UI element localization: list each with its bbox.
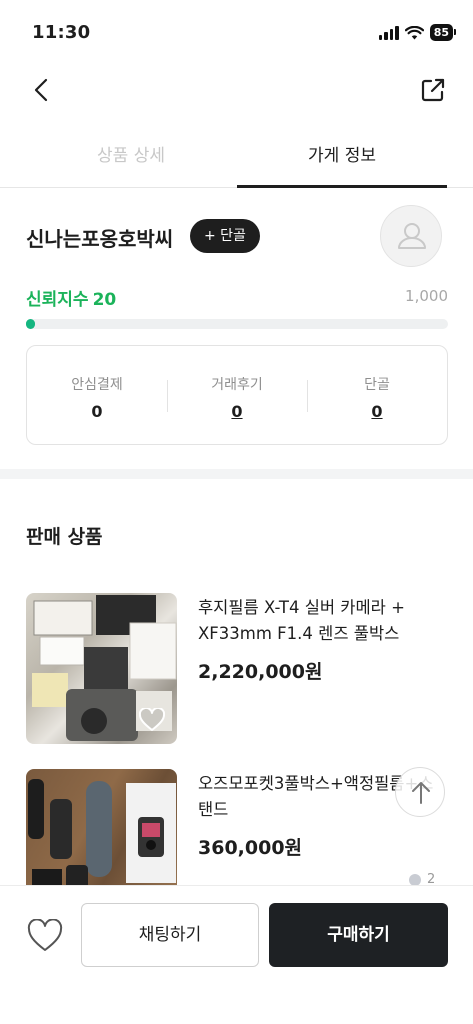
- stat-value[interactable]: 0: [307, 402, 447, 421]
- stat-safe-payment: 안심결제 0: [27, 346, 167, 444]
- products-section-title: 판매 상품: [26, 526, 103, 548]
- stat-value: 0: [91, 402, 103, 421]
- stat-reviews[interactable]: 거래후기 0: [167, 346, 307, 444]
- heart-icon: [27, 918, 63, 951]
- buy-button[interactable]: 구매하기: [269, 903, 448, 967]
- stat-label: 안심결제: [71, 377, 123, 393]
- top-nav: [0, 66, 473, 114]
- trust-score: 신뢰지수 20: [26, 285, 116, 310]
- tabs: 상품 상세 가게 정보: [0, 130, 473, 188]
- back-button[interactable]: [26, 74, 58, 106]
- tab-store-info[interactable]: 가게 정보: [237, 130, 447, 188]
- add-regular-button[interactable]: + 단골: [190, 219, 260, 253]
- trust-progress-bar: [26, 319, 448, 329]
- avatar[interactable]: [380, 205, 442, 267]
- user-icon: [398, 223, 426, 249]
- trust-score-max: 1,000: [405, 287, 448, 305]
- product-item[interactable]: 후지필름 X-T4 실버 카메라 + XF33mm F1.4 렌즈 풀박스 2,…: [26, 593, 448, 744]
- battery-icon: 85: [429, 24, 457, 41]
- product-thumbnail[interactable]: [26, 593, 177, 744]
- product-name: 후지필름 X-T4 실버 카메라 + XF33mm F1.4 렌즈 풀박스: [198, 598, 405, 643]
- wifi-icon: [404, 25, 424, 39]
- heart-icon[interactable]: [139, 708, 165, 732]
- trust-progress-fill: [26, 319, 35, 329]
- product-price: 2,220,000원: [198, 661, 323, 683]
- wishlist-button[interactable]: [27, 918, 63, 953]
- stat-label: 거래후기: [211, 377, 263, 393]
- share-icon: [421, 78, 445, 102]
- status-bar: 11:30 85: [0, 0, 473, 66]
- trust-score-value: 20: [92, 290, 117, 310]
- scroll-to-top-button[interactable]: [395, 767, 445, 817]
- page-indicator-dot: [409, 873, 421, 886]
- section-divider: [0, 469, 473, 479]
- status-icons: 85: [378, 24, 457, 41]
- arrow-up-icon: [412, 782, 430, 804]
- tab-product-detail[interactable]: 상품 상세: [26, 130, 236, 188]
- store-name: 신나는포옹호박씨: [26, 227, 174, 251]
- bottom-action-bar: 채팅하기 구매하기: [0, 885, 473, 1024]
- stat-label: 단골: [364, 377, 390, 393]
- status-time: 11:30: [32, 22, 91, 43]
- back-arrow-icon: [34, 78, 48, 102]
- stat-regulars[interactable]: 단골 0: [307, 346, 447, 444]
- chat-button[interactable]: 채팅하기: [81, 903, 259, 967]
- signal-icon: [378, 25, 399, 40]
- trust-score-label: 신뢰지수: [26, 290, 89, 310]
- stat-value[interactable]: 0: [167, 402, 307, 421]
- share-button[interactable]: [417, 74, 449, 106]
- product-price: 360,000원: [198, 837, 303, 859]
- store-stats-card: 안심결제 0 거래후기 0 단골 0: [26, 345, 448, 445]
